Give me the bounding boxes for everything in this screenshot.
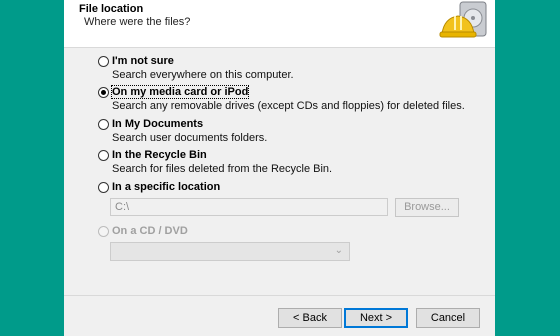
location-path-field[interactable]: C:\ bbox=[110, 198, 388, 216]
wizard-dialog: File location Where were the files? I'm … bbox=[64, 0, 495, 336]
browse-button[interactable]: Browse... bbox=[395, 198, 459, 217]
radio-cd-dvd bbox=[98, 226, 109, 237]
option-media-card-label: On my media card or iPod bbox=[110, 85, 250, 99]
page-subtitle: Where were the files? bbox=[84, 16, 191, 28]
button-separator bbox=[64, 295, 495, 296]
option-media-card-description: Search any removable drives (except CDs … bbox=[112, 100, 465, 112]
page-title: File location bbox=[79, 3, 144, 15]
option-not-sure-description: Search everywhere on this computer. bbox=[112, 69, 294, 81]
back-button[interactable]: < Back bbox=[278, 308, 342, 328]
radio-media-card[interactable] bbox=[98, 87, 109, 98]
option-my-documents-description: Search user documents folders. bbox=[112, 132, 268, 144]
cancel-button[interactable]: Cancel bbox=[416, 308, 480, 328]
chevron-down-icon: ⌄ bbox=[334, 245, 343, 256]
wizard-header: File location Where were the files? bbox=[64, 0, 495, 48]
hard-drive-with-hard-hat-icon bbox=[439, 1, 487, 38]
radio-not-sure[interactable] bbox=[98, 56, 109, 67]
option-my-documents-label: In My Documents bbox=[112, 118, 204, 130]
radio-recycle-bin[interactable] bbox=[98, 150, 109, 161]
radio-specific-location[interactable] bbox=[98, 182, 109, 193]
cd-drive-select: ⌄ bbox=[110, 242, 350, 261]
option-recycle-bin-label: In the Recycle Bin bbox=[112, 149, 207, 161]
option-specific-location-label: In a specific location bbox=[112, 181, 221, 193]
option-recycle-bin-description: Search for files deleted from the Recycl… bbox=[112, 163, 333, 175]
option-cd-dvd-label: On a CD / DVD bbox=[112, 225, 188, 237]
option-not-sure-label: I'm not sure bbox=[112, 55, 174, 67]
radio-my-documents[interactable] bbox=[98, 119, 109, 130]
next-button[interactable]: Next > bbox=[344, 308, 408, 328]
